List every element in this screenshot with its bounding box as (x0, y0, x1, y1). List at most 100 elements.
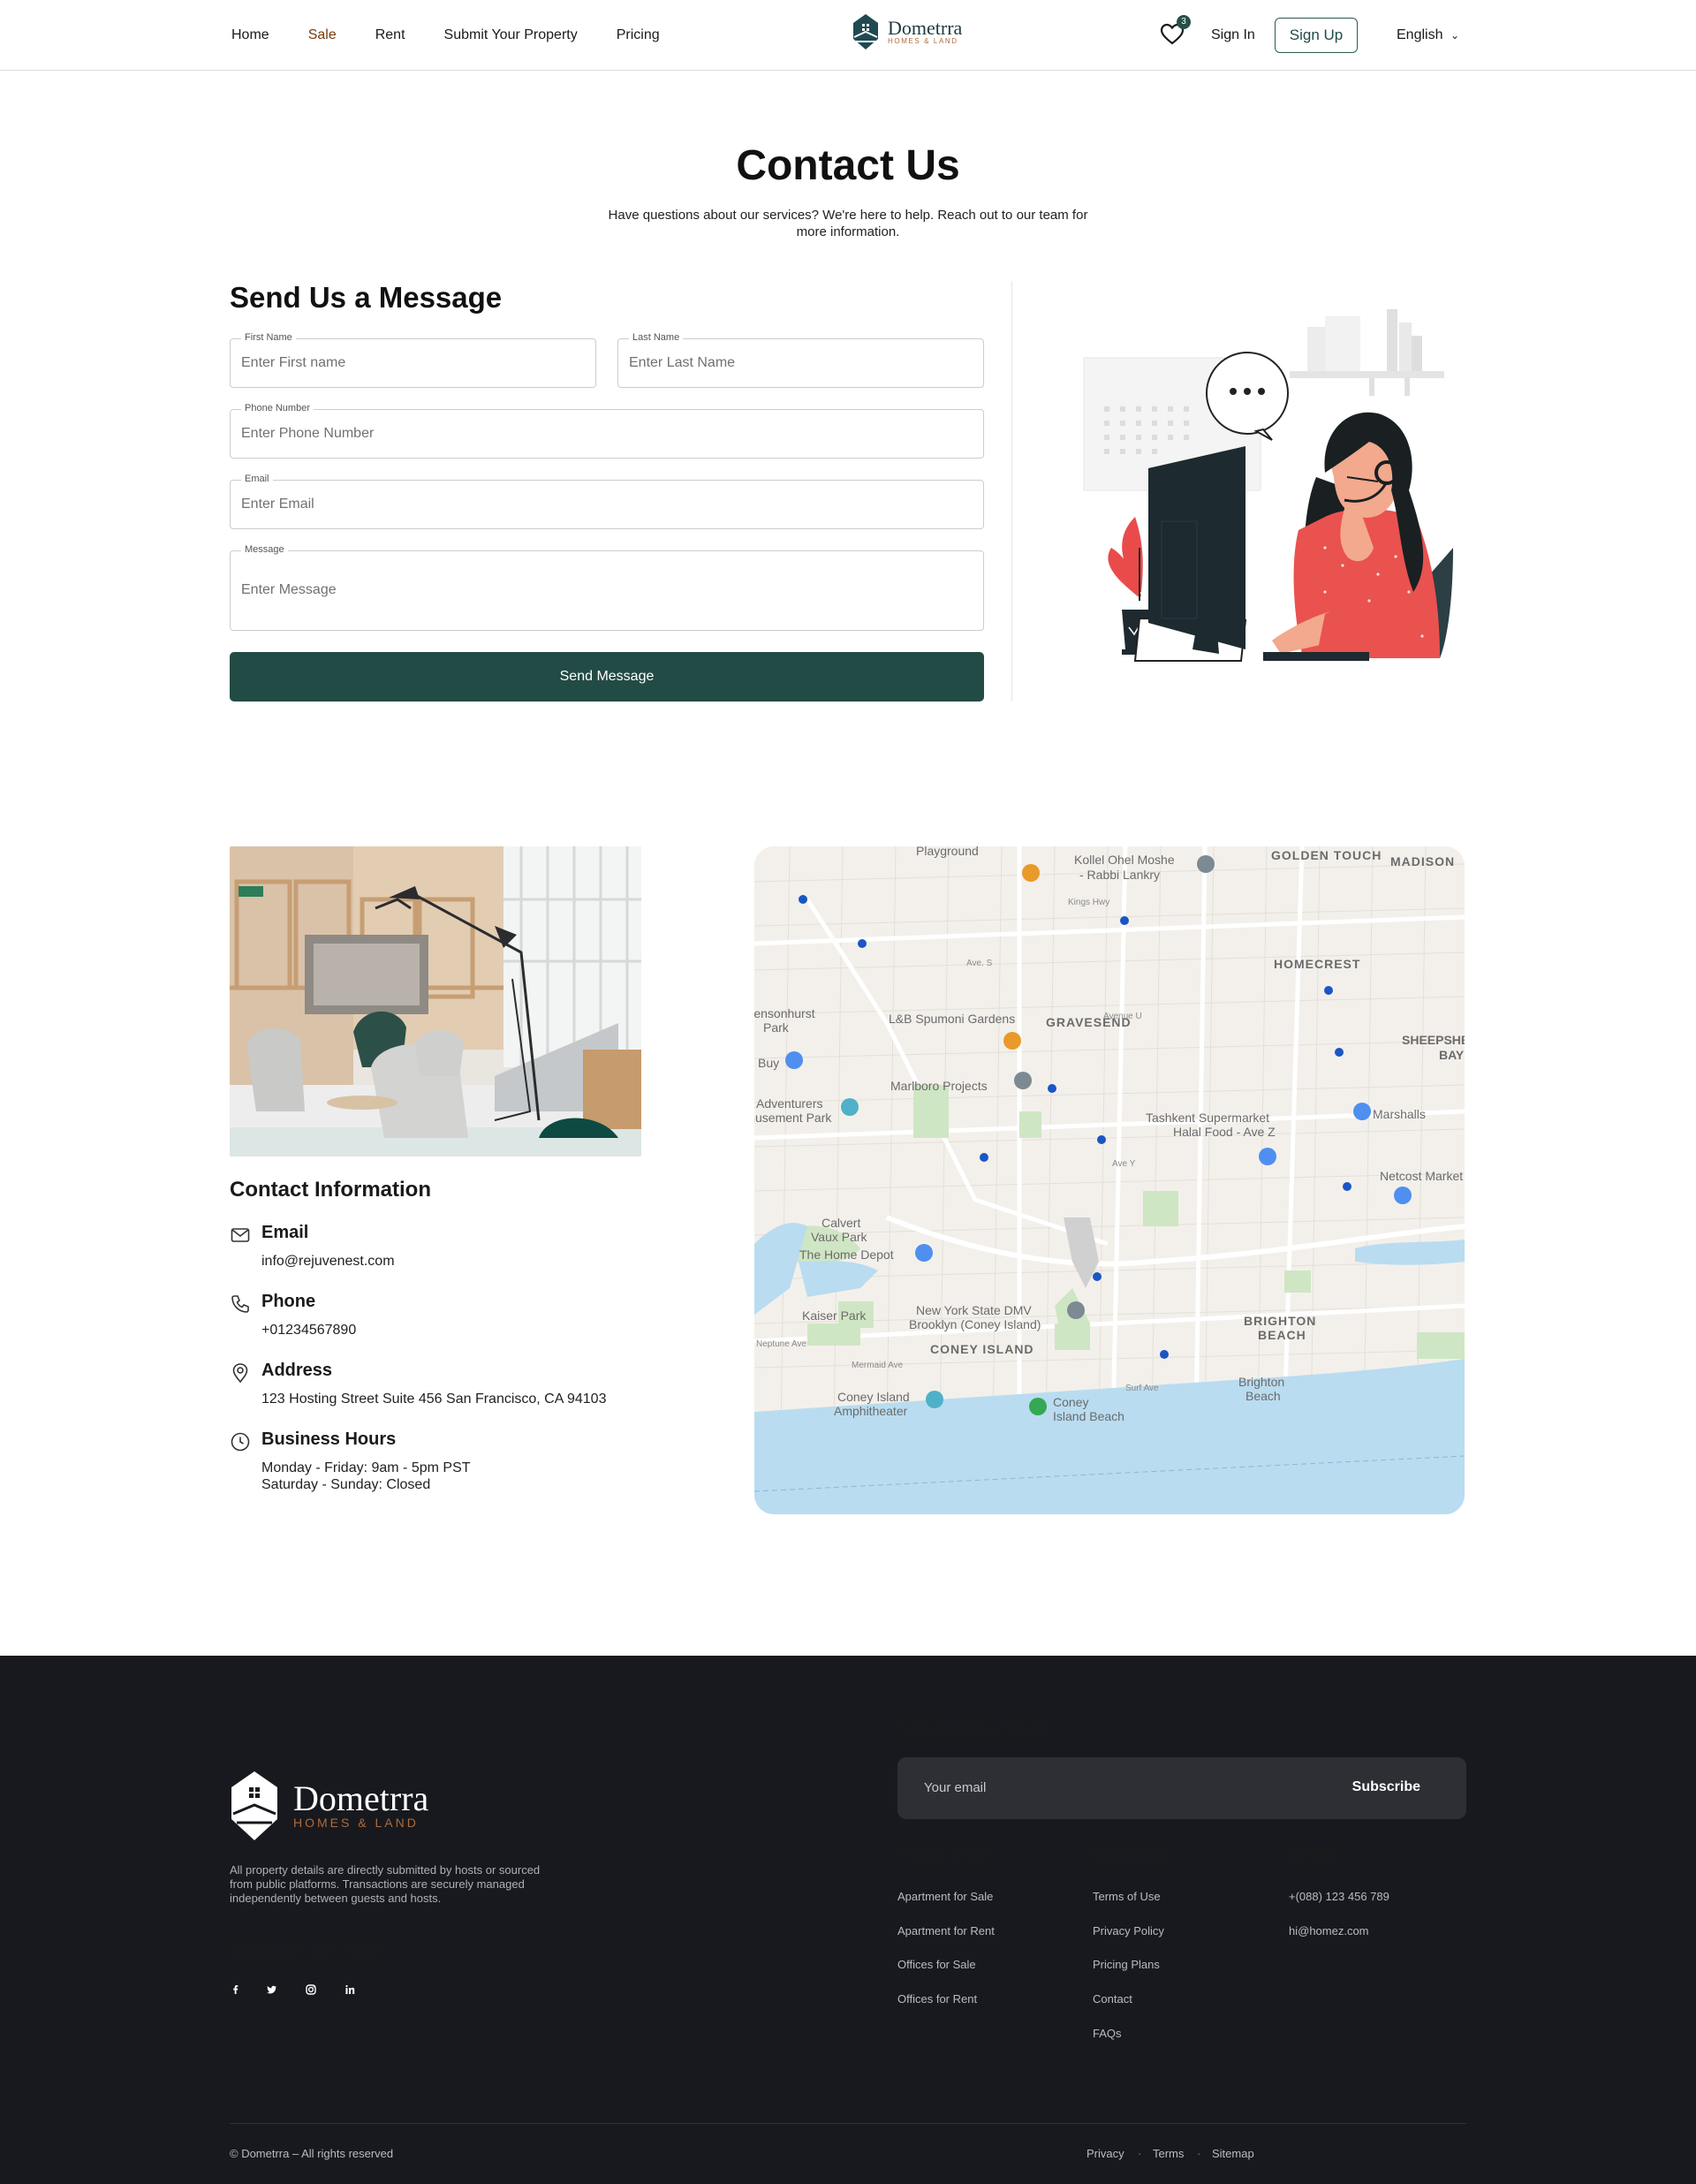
hours-weekdays: Monday - Friday: 9am - 5pm PST (261, 1460, 471, 1475)
nav-link-sale[interactable]: Sale (308, 27, 337, 43)
nav-links: Home Sale Rent Submit Your Property Pric… (231, 27, 660, 43)
map-label-tashkent: Tashkent Supermarket (1146, 1111, 1269, 1125)
mail-icon (231, 1228, 250, 1242)
map-label-dmv: New York State DMV (916, 1303, 1032, 1317)
email-value[interactable]: info@rejuvenest.com (261, 1253, 395, 1270)
brand-tagline: HOMES & LAND (888, 36, 958, 45)
subscribe-button[interactable]: Subscribe (1352, 1779, 1420, 1795)
map-label-buy: Buy (758, 1056, 779, 1070)
house-logo-icon (231, 1771, 277, 1840)
brand-logo[interactable]: Dometrra HOMES & LAND (851, 12, 962, 51)
page-subtitle: Have questions about our services? We're… (608, 208, 1088, 239)
map-label-coney: Coney (1053, 1395, 1088, 1409)
map-label-island-beach: Island Beach (1053, 1409, 1124, 1423)
newsletter-email-input[interactable]: Your email (924, 1780, 986, 1795)
footer-link-privacy-policy[interactable]: Privacy Policy (1093, 1924, 1164, 1938)
map-label-brooklyn-coney: Brooklyn (Coney Island) (909, 1317, 1041, 1331)
address-heading: Address (261, 1361, 333, 1380)
map-street-mermaid: Mermaid Ave (852, 1361, 904, 1370)
map-street-ave-y: Ave Y (1112, 1159, 1136, 1169)
footer-bottom-sitemap[interactable]: Sitemap (1212, 2147, 1254, 2160)
hours-heading: Business Hours (261, 1429, 397, 1449)
quick-links-title: Quick Links (1093, 1847, 1169, 1862)
map-street-neptune: Neptune Ave (756, 1339, 807, 1349)
map-label-kollel: Kollel Ohel Moshe (1074, 853, 1175, 867)
facebook-icon[interactable] (227, 1981, 245, 1998)
first-name-label: First Name (241, 332, 296, 343)
follow-social-title: Follow us on social media (230, 1944, 383, 1958)
email-field[interactable]: Email Enter Email (230, 474, 984, 529)
map-label-bensonhurst: Bensonhurst (754, 1006, 815, 1020)
hours-weekend: Saturday - Sunday: Closed (261, 1477, 431, 1492)
footer-separator-dot: · (1197, 2147, 1201, 2160)
map-label-netcost: Netcost Market (1380, 1169, 1463, 1183)
hours-value: Monday - Friday: 9am - 5pm PST Saturday … (261, 1460, 471, 1493)
footer-brand-tagline: HOMES & LAND (293, 1816, 419, 1830)
twitter-icon[interactable] (263, 1981, 281, 1998)
last-name-placeholder: Enter Last Name (629, 355, 736, 370)
language-selector[interactable]: English ⌄ (1397, 27, 1459, 43)
location-map[interactable]: Playground Kollel Ohel Moshe - Rabbi Lan… (754, 846, 1465, 1514)
send-message-button[interactable]: Send Message (230, 652, 984, 701)
nav-link-home[interactable]: Home (231, 27, 269, 43)
clock-icon (231, 1432, 250, 1452)
map-label-amusement-park: Amusement Park (754, 1111, 832, 1125)
footer-bottom-privacy[interactable]: Privacy (1086, 2147, 1124, 2160)
map-street-kings-hwy: Kings Hwy (1068, 898, 1109, 907)
instagram-icon[interactable] (302, 1981, 320, 1998)
phone-value[interactable]: +01234567890 (261, 1322, 356, 1338)
sign-in-link[interactable]: Sign In (1211, 27, 1255, 43)
footer-link-apartment-sale[interactable]: Apartment for Sale (897, 1890, 993, 1903)
sign-up-button[interactable]: Sign Up (1275, 18, 1358, 53)
nav-link-pricing[interactable]: Pricing (617, 27, 660, 43)
nav-link-submit-property[interactable]: Submit Your Property (444, 27, 578, 43)
nav-link-rent[interactable]: Rent (375, 27, 405, 43)
address-value: 123 Hosting Street Suite 456 San Francis… (261, 1392, 607, 1407)
map-street-avenue-u: Avenue U (1103, 1012, 1142, 1021)
language-label: English (1397, 27, 1443, 42)
footer-link-contact[interactable]: Contact (1093, 1992, 1132, 2006)
map-label-homecrest: HOMECREST (1274, 957, 1360, 971)
footer-link-faqs[interactable]: FAQs (1093, 2027, 1122, 2040)
footer-link-offices-rent[interactable]: Offices for Rent (897, 1992, 977, 2006)
map-label-rabbi-lankry: - Rabbi Lankry (1079, 868, 1160, 882)
email-label: Email (241, 474, 273, 484)
footer-link-pricing-plans[interactable]: Pricing Plans (1093, 1958, 1160, 1971)
map-label-home-depot: The Home Depot (799, 1247, 894, 1262)
contact-column-title: Contact (1289, 1847, 1338, 1862)
map-label-marlboro: Marlboro Projects (890, 1079, 988, 1093)
map-label-madison: MADISON (1390, 854, 1455, 868)
map-label-golden-touch: GOLDEN TOUCH (1271, 848, 1382, 862)
map-label-bay: BAY (1439, 1048, 1465, 1062)
brand-name: Dometrra (888, 16, 963, 39)
footer-contact-phone[interactable]: +(088) 123 456 789 (1289, 1890, 1389, 1903)
phone-number-field[interactable]: Phone Number Enter Phone Number (230, 403, 984, 459)
footer-bottom-terms[interactable]: Terms (1153, 2147, 1184, 2160)
chevron-down-icon: ⌄ (1450, 29, 1459, 42)
email-heading: Email (261, 1223, 309, 1242)
footer-logo[interactable]: Dometrra HOMES & LAND (230, 1770, 428, 1842)
message-field[interactable]: Message Enter Message (230, 544, 984, 631)
last-name-label: Last Name (629, 332, 684, 343)
last-name-field[interactable]: Last Name Enter Last Name (617, 332, 984, 388)
footer-link-terms-of-use[interactable]: Terms of Use (1093, 1890, 1161, 1903)
email-placeholder: Enter Email (241, 497, 314, 512)
message-label: Message (241, 544, 288, 555)
map-label-adventurers: Adventurers (756, 1096, 822, 1111)
footer-brand-name: Dometrra (293, 1778, 429, 1818)
footer-link-apartment-rent[interactable]: Apartment for Rent (897, 1924, 995, 1938)
map-label-lb-spumoni: L&B Spumoni Gardens (889, 1012, 1015, 1026)
newsletter-title: Keep Yourself Up to Date (897, 1721, 1045, 1735)
map-label-amphitheater: Amphitheater (834, 1404, 908, 1418)
map-label-vaux-park: Vaux Park (811, 1230, 868, 1244)
section-divider (1011, 281, 1012, 701)
map-label-coney-island: CONEY ISLAND (930, 1342, 1034, 1356)
linkedin-icon[interactable] (341, 1981, 359, 1998)
footer-link-offices-sale[interactable]: Offices for Sale (897, 1958, 976, 1971)
first-name-field[interactable]: First Name Enter First name (230, 332, 596, 388)
page-title: Contact Us (736, 142, 960, 189)
map-label-beach: Beach (1246, 1389, 1281, 1403)
message-placeholder: Enter Message (241, 582, 337, 597)
phone-number-label: Phone Number (241, 403, 314, 413)
footer-contact-email[interactable]: hi@homez.com (1289, 1924, 1369, 1938)
